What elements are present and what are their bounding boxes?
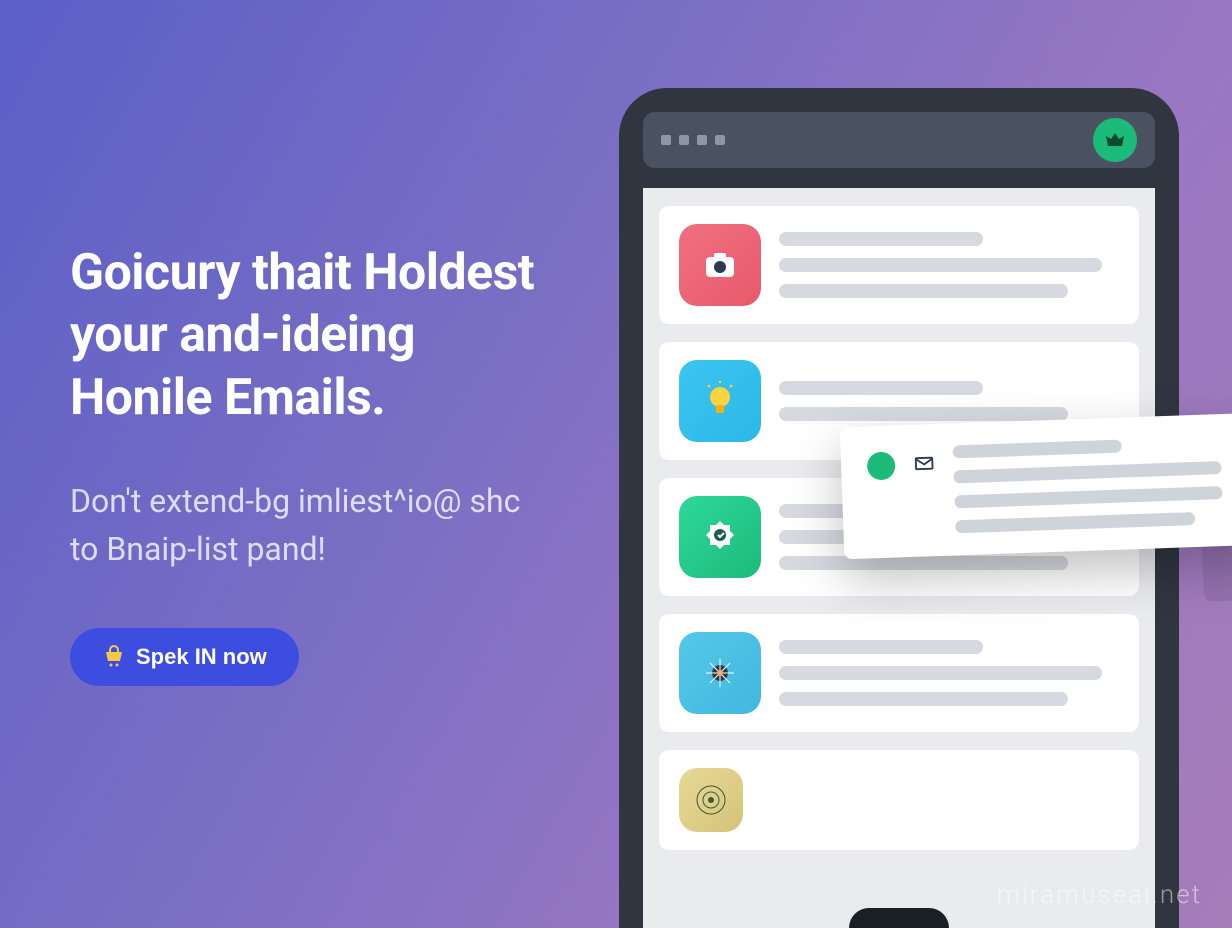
text-line: [955, 512, 1195, 533]
text-line: [779, 258, 1102, 272]
hero-subhead: Don't extend-bg imliest^io@ shc to Bnaip…: [70, 477, 547, 573]
lightbulb-app-icon: [679, 360, 761, 442]
text-line: [953, 440, 1123, 459]
text-line: [779, 556, 1068, 570]
app-screen: [643, 188, 1155, 928]
text-line: [779, 692, 1068, 706]
text-line: [954, 486, 1222, 508]
crown-icon: [1103, 128, 1127, 152]
text-line: [779, 666, 1102, 680]
text-line: [779, 640, 983, 654]
hero-headline: Goicury thait Holdest your and-ideing Ho…: [70, 242, 547, 430]
list-item[interactable]: [659, 206, 1139, 324]
email-popup[interactable]: [840, 413, 1232, 560]
home-button[interactable]: [849, 908, 949, 928]
badge-app-icon: [679, 496, 761, 578]
window-dots: [661, 135, 725, 145]
mail-icon: [913, 452, 936, 475]
list-item[interactable]: [659, 614, 1139, 732]
text-line: [779, 232, 983, 246]
unread-indicator-icon: [867, 451, 896, 480]
snowflake-app-icon: [679, 632, 761, 714]
list-item[interactable]: [659, 750, 1139, 850]
cta-label: Spek IN now: [136, 644, 267, 670]
cart-icon: [102, 645, 126, 669]
camera-app-icon: [679, 224, 761, 306]
text-line: [779, 284, 1068, 298]
dot-icon: [661, 135, 671, 145]
dot-icon: [715, 135, 725, 145]
text-line: [953, 461, 1221, 483]
watermark: miramuseai.net: [997, 880, 1202, 910]
avatar-button[interactable]: [1093, 118, 1137, 162]
text-line: [779, 407, 1068, 421]
pattern-app-icon: [679, 768, 743, 832]
cta-button[interactable]: Spek IN now: [70, 628, 299, 686]
browser-bar: [643, 112, 1155, 168]
dot-icon: [679, 135, 689, 145]
dot-icon: [697, 135, 707, 145]
text-line: [779, 381, 983, 395]
